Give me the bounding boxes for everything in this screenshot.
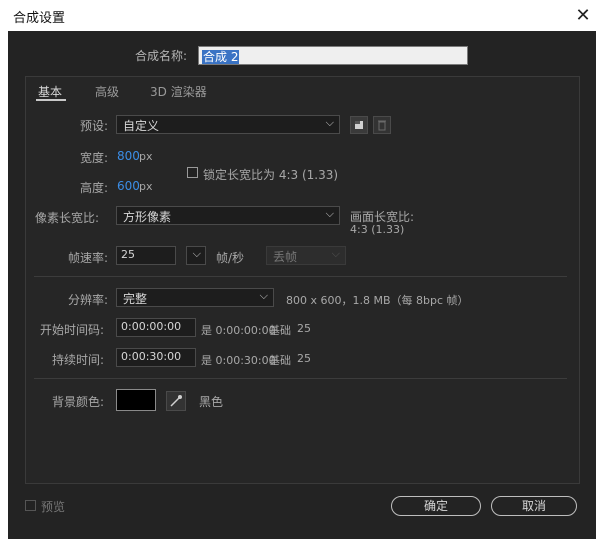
lock-aspect-label: 锁定长宽比为 4:3 (1.33) [203,168,339,182]
eyedropper-button[interactable] [166,391,186,411]
preview-checkbox[interactable] [25,500,36,511]
title-bar [0,0,604,31]
preview-label: 预览 [41,500,66,514]
frame-rate-input[interactable]: 25 [116,246,176,265]
start-timecode-label: 开始时间码: [40,323,105,337]
width-label: 宽度: [80,151,109,165]
tab-basic[interactable]: 基本 [38,83,62,100]
tab-basic-underline [36,99,66,101]
duration-input[interactable]: 0:00:30:00 [116,348,196,367]
delete-preset-button[interactable] [373,116,391,134]
preset-dropdown[interactable]: 自定义 ⌵ [116,115,340,134]
drop-frame-dropdown[interactable]: 丢帧 ⌵ [266,246,346,265]
save-preset-button[interactable] [350,116,368,134]
eyedropper-icon [170,395,182,407]
resolution-label: 分辨率: [68,293,109,307]
settings-panel [25,76,580,484]
chevron-down-icon: ⌵ [259,289,268,302]
resolution-value: 完整 [123,292,148,306]
start-timecode-base: 25 [297,322,311,335]
comp-name-label: 合成名称: [135,49,188,63]
duration-base: 25 [297,352,311,365]
start-timecode-is: 是 0:00:00:00 [201,324,276,337]
window-frame-right [596,31,604,539]
chevron-down-icon: ⌵ [325,116,334,129]
background-color-label: 背景颜色: [52,395,105,409]
tab-advanced[interactable]: 高级 [95,83,119,100]
save-preset-icon [355,121,363,129]
frame-rate-dropdown[interactable]: ⌵ [186,246,206,265]
drop-frame-value: 丢帧 [273,250,298,264]
comp-name-value: 合成 2 [202,50,240,64]
pixel-aspect-dropdown[interactable]: 方形像素 ⌵ [116,206,340,225]
frame-rate-unit: 帧/秒 [216,251,245,265]
chevron-down-icon: ⌵ [325,207,334,220]
frame-rate-label: 帧速率: [68,251,109,265]
window-title: 合成设置 [13,11,66,26]
width-value[interactable]: 800 [117,149,140,163]
lock-aspect-checkbox[interactable] [187,167,198,178]
divider [34,378,567,379]
background-color-swatch[interactable] [116,389,156,411]
background-color-name: 黑色 [199,395,224,409]
divider [34,276,567,277]
chevron-down-icon: ⌵ [192,247,201,260]
window-frame-left [0,31,8,539]
duration-base-label: 基础 [269,354,291,367]
chevron-down-icon: ⌵ [331,247,340,260]
height-unit: px [139,180,153,193]
start-timecode-base-label: 基础 [269,324,291,337]
resolution-dropdown[interactable]: 完整 ⌵ [116,288,274,307]
comp-name-input[interactable]: 合成 2 [198,46,468,65]
pixel-aspect-value: 方形像素 [123,210,172,224]
preset-value: 自定义 [123,119,160,133]
tab-3d-renderer[interactable]: 3D 渲染器 [150,83,207,100]
height-value[interactable]: 600 [117,179,140,193]
cancel-button[interactable]: 取消 [491,496,577,516]
width-unit: px [139,150,153,163]
resolution-info: 800 x 600，1.8 MB（每 8bpc 帧） [286,294,469,307]
ok-button[interactable]: 确定 [391,496,481,516]
duration-label: 持续时间: [52,353,105,367]
preset-label: 预设: [80,119,109,133]
start-timecode-input[interactable]: 0:00:00:00 [116,318,196,337]
pixel-aspect-label: 像素长宽比: [35,211,100,225]
duration-is: 是 0:00:30:00 [201,354,276,367]
height-label: 高度: [80,181,109,195]
close-button[interactable]: ✕ [568,2,598,29]
trash-icon [378,120,386,131]
frame-aspect-value: 4:3 (1.33) [350,223,405,236]
